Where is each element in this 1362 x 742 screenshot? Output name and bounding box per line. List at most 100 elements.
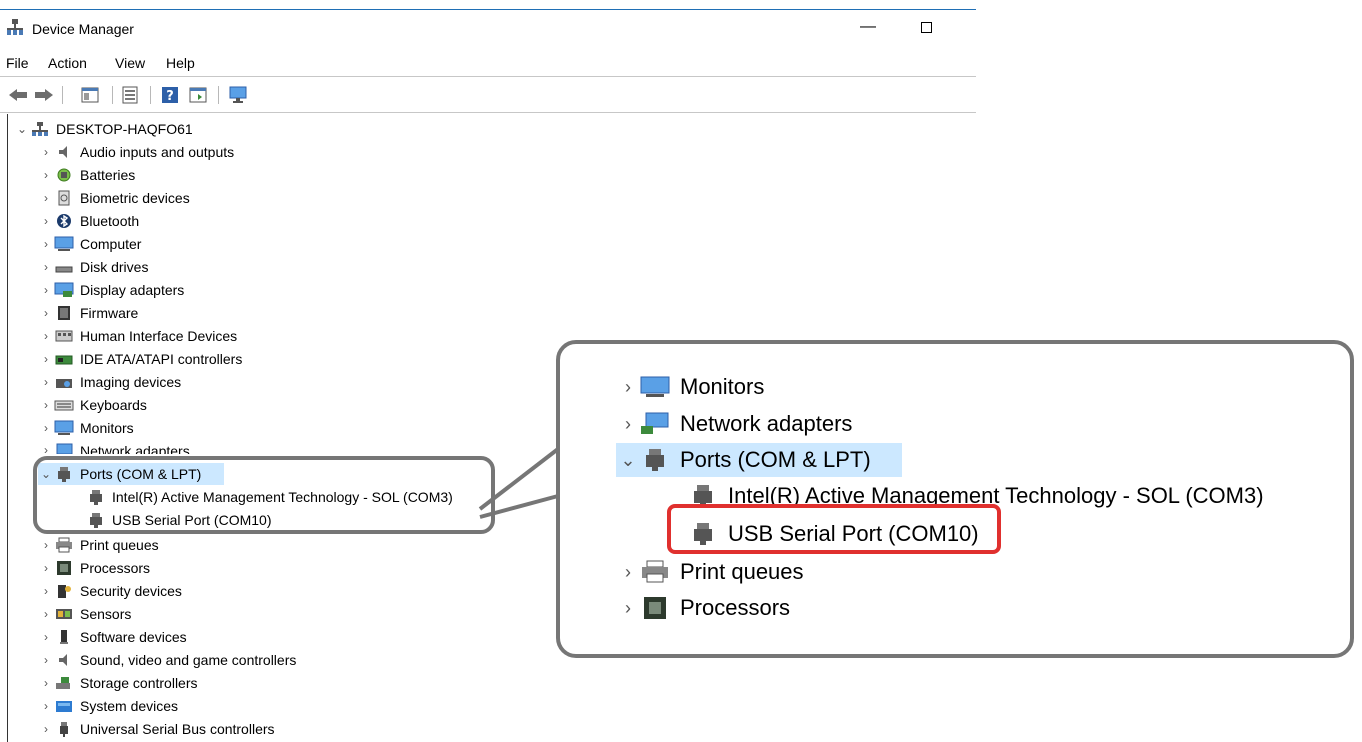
chevron-right-icon[interactable]: ›: [38, 214, 54, 228]
tree-border: [7, 114, 8, 742]
chevron-right-icon[interactable]: ›: [38, 443, 54, 454]
tree-item-imaging[interactable]: › Imaging devices: [38, 371, 181, 393]
chevron-right-icon[interactable]: ›: [38, 283, 54, 297]
action-pane-icon[interactable]: [188, 86, 208, 104]
tree-item-label: Network adapters: [80, 443, 190, 454]
chevron-right-icon[interactable]: ›: [38, 630, 54, 644]
properties-icon[interactable]: [120, 86, 140, 104]
chevron-right-icon[interactable]: ›: [38, 329, 54, 343]
system-device-icon: [54, 698, 74, 714]
svg-text:?: ?: [166, 89, 174, 104]
menu-help[interactable]: Help: [166, 55, 195, 71]
tree-item-system-devices[interactable]: › System devices: [38, 695, 178, 717]
chevron-right-icon[interactable]: ›: [38, 653, 54, 667]
tree-item-hid[interactable]: › Human Interface Devices: [38, 325, 237, 347]
tree-item-label: Bluetooth: [80, 213, 140, 229]
tree-item-ide[interactable]: › IDE ATA/ATAPI controllers: [38, 348, 242, 370]
chevron-right-icon[interactable]: ›: [38, 375, 54, 389]
security-device-icon: [54, 583, 74, 599]
chevron-right-icon[interactable]: ›: [38, 676, 54, 690]
tree-item-monitors[interactable]: › Monitors: [38, 417, 134, 439]
tree-item-sound[interactable]: › Sound, video and game controllers: [38, 649, 296, 671]
tree-item-batteries[interactable]: › Batteries: [38, 164, 135, 186]
menu-bar: File Action View Help: [0, 50, 976, 77]
menu-action[interactable]: Action: [48, 55, 87, 71]
tree-item-bluetooth[interactable]: › Bluetooth: [38, 210, 139, 232]
tree-item-display-adapters[interactable]: › Display adapters: [38, 279, 184, 301]
maximize-button[interactable]: [908, 12, 944, 42]
tree-item-label: Imaging devices: [80, 374, 182, 390]
menu-view[interactable]: View: [115, 55, 145, 71]
chevron-right-icon: ›: [625, 376, 631, 397]
tree-item-label: Monitors: [80, 420, 134, 436]
chevron-right-icon[interactable]: ›: [38, 145, 54, 159]
tree-item-keyboards[interactable]: › Keyboards: [38, 394, 147, 416]
device-manager-icon: [6, 18, 24, 36]
chevron-right-icon[interactable]: ›: [38, 398, 54, 412]
back-arrow-icon[interactable]: [8, 86, 28, 104]
tree-item-label: Sound, video and game controllers: [80, 652, 297, 668]
tree-item-label: Firmware: [80, 305, 139, 321]
help-icon[interactable]: ?: [160, 86, 180, 104]
forward-arrow-icon[interactable]: [34, 86, 54, 104]
zoom-row-label: Processors: [680, 595, 791, 620]
chevron-right-icon: ›: [625, 561, 631, 582]
zoom-row-label: Ports (COM & LPT): [680, 447, 871, 472]
tree-item-print-queues[interactable]: › Print queues: [38, 534, 159, 556]
tree-item-network-adapters[interactable]: › Network adapters: [38, 440, 190, 454]
chevron-right-icon[interactable]: ›: [38, 306, 54, 320]
tree-item-label: Human Interface Devices: [80, 328, 238, 344]
chevron-right-icon[interactable]: ›: [38, 191, 54, 205]
tree-item-label: Disk drives: [80, 259, 149, 275]
toolbar-separator: [218, 86, 219, 104]
chevron-right-icon[interactable]: ›: [38, 561, 54, 575]
zoom-row-network-adapters: › Network adapters: [616, 407, 852, 441]
chevron-right-icon[interactable]: ›: [38, 168, 54, 182]
tree-item-label: Audio inputs and outputs: [80, 144, 235, 160]
chevron-right-icon[interactable]: ›: [38, 352, 54, 366]
port-icon: [640, 448, 670, 472]
tree-item-processors[interactable]: › Processors: [38, 557, 150, 579]
ide-controller-icon: [54, 351, 74, 367]
tree-root[interactable]: ⌄ DESKTOP-HAQFO61: [14, 118, 193, 140]
disk-drive-icon: [54, 259, 74, 275]
chevron-down-icon[interactable]: ⌄: [14, 122, 30, 136]
chevron-right-icon[interactable]: ›: [38, 699, 54, 713]
speaker-icon: [54, 652, 74, 668]
tree-item-software-devices[interactable]: › Software devices: [38, 626, 187, 648]
computer-tree-icon: [30, 121, 50, 137]
chevron-right-icon[interactable]: ›: [38, 584, 54, 598]
tree-item-security[interactable]: › Security devices: [38, 580, 182, 602]
tree-item-label: Print queues: [80, 537, 159, 553]
chevron-right-icon[interactable]: ›: [38, 722, 54, 736]
tree-item-firmware[interactable]: › Firmware: [38, 302, 138, 324]
window-title: Device Manager: [32, 21, 134, 37]
show-hide-console-tree-icon[interactable]: [80, 86, 100, 104]
tree-item-storage[interactable]: › Storage controllers: [38, 672, 198, 694]
tree-item-label: Universal Serial Bus controllers: [80, 721, 275, 737]
keyboard-icon: [54, 397, 74, 413]
tree-item-audio[interactable]: › Audio inputs and outputs: [38, 141, 234, 163]
tree-item-biometric[interactable]: › Biometric devices: [38, 187, 190, 209]
menu-file[interactable]: File: [6, 55, 29, 71]
callout-source-frame: [33, 456, 495, 534]
toolbar-separator: [112, 86, 113, 104]
chevron-right-icon[interactable]: ›: [38, 538, 54, 552]
chevron-right-icon[interactable]: ›: [38, 260, 54, 274]
zoom-row-monitors: › Monitors: [616, 370, 764, 404]
tree-item-computer[interactable]: › Computer: [38, 233, 141, 255]
fingerprint-icon: [54, 190, 74, 206]
zoom-row-print-queues: › Print queues: [616, 555, 804, 589]
zoom-row-label: Monitors: [680, 374, 765, 399]
tree-item-sensors[interactable]: › Sensors: [38, 603, 131, 625]
tree-item-disk-drives[interactable]: › Disk drives: [38, 256, 148, 278]
scan-hardware-icon[interactable]: [228, 86, 250, 104]
chevron-right-icon[interactable]: ›: [38, 421, 54, 435]
chevron-right-icon[interactable]: ›: [38, 237, 54, 251]
toolbar: ?: [0, 78, 976, 113]
tree-root-label: DESKTOP-HAQFO61: [56, 121, 193, 137]
tree-item-usb-controllers[interactable]: › Universal Serial Bus controllers: [38, 718, 275, 740]
toolbar-separator: [150, 86, 151, 104]
minimize-button[interactable]: —: [850, 12, 886, 42]
chevron-right-icon[interactable]: ›: [38, 607, 54, 621]
